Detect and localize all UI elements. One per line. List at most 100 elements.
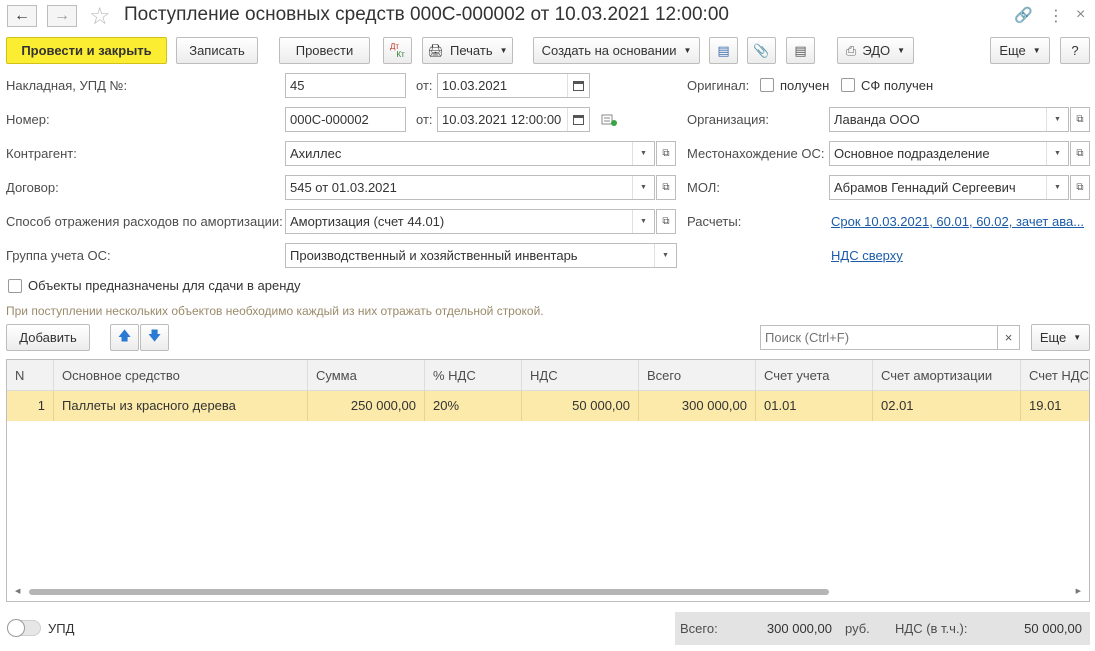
table-more-button[interactable]: Еще ▼ [1031,324,1090,351]
link-icon[interactable]: 🔗 [1014,6,1033,24]
contract-field[interactable]: 545 от 01.03.2021 ▼ [285,175,655,200]
open-counterparty-icon[interactable]: ⧉ [656,141,676,166]
original-received-checkbox[interactable] [760,78,774,92]
column-header-n[interactable]: N [7,360,54,391]
location-field[interactable]: Основное подразделение ▼ [829,141,1069,166]
depreciation-method-label: Способ отражения расходов по амортизации… [6,214,283,229]
printer-icon: 🖨 [427,42,444,58]
print-button[interactable]: 🖨 Печать ▼ [422,37,513,64]
document-number-field[interactable]: 000С-000002 [285,107,406,132]
scroll-left-icon[interactable]: ◀ [15,587,20,595]
document-date-value: 10.03.2021 12:00:00 [442,112,562,127]
counterparty-field[interactable]: Ахиллес ▼ [285,141,655,166]
invoice-from-label: от: [416,78,433,93]
number-settings-icon[interactable] [601,113,617,130]
table-cell[interactable]: 50 000,00 [522,391,639,421]
table-cell[interactable]: 250 000,00 [308,391,425,421]
document-date-field[interactable]: 10.03.2021 12:00:00 [437,107,590,132]
depreciation-method-field[interactable]: Амортизация (счет 44.01) ▼ [285,209,655,234]
create-based-label: Создать на основании [541,43,677,58]
asset-group-field[interactable]: Производственный и хозяйственный инвента… [285,243,677,268]
arrow-up-icon: 🡅 [117,327,132,343]
calendar-icon[interactable] [567,74,589,97]
upd-toggle[interactable] [7,619,41,637]
column-header-total[interactable]: Всего [639,360,756,391]
more-button[interactable]: Еще ▼ [990,37,1050,64]
table-cell[interactable]: 01.01 [756,391,873,421]
open-contract-icon[interactable]: ⧉ [656,175,676,200]
post-and-close-button[interactable]: Провести и закрыть [6,37,167,64]
chevron-down-icon[interactable]: ▼ [632,210,654,233]
kebab-menu-icon[interactable]: ⋮ [1048,6,1064,26]
add-button[interactable]: Добавить [6,324,90,351]
print-label: Печать [450,43,493,58]
back-button[interactable]: ← [7,5,37,27]
chevron-down-icon[interactable]: ▼ [654,244,676,267]
structure-button[interactable]: ▤ [709,37,738,64]
contract-value: 545 от 01.03.2021 [290,180,397,195]
sf-received-checkbox[interactable] [841,78,855,92]
clear-search-button[interactable]: × [997,325,1020,350]
mol-field[interactable]: Абрамов Геннадий Сергеевич ▼ [829,175,1069,200]
open-mol-icon[interactable]: ⧉ [1070,175,1090,200]
horizontal-scrollbar[interactable]: ◀ ▶ [15,587,1081,595]
column-header-vat-rate[interactable]: % НДС [425,360,522,391]
search-input[interactable] [760,325,998,350]
create-based-on-button[interactable]: Создать на основании ▼ [533,37,700,64]
forward-button[interactable]: → [47,5,77,27]
chevron-down-icon[interactable]: ▼ [1046,176,1068,199]
number-label: Номер: [6,112,50,127]
open-depreciation-method-icon[interactable]: ⧉ [656,209,676,234]
chevron-down-icon[interactable]: ▼ [1046,142,1068,165]
calendar-icon[interactable] [567,108,589,131]
table-cell[interactable]: 300 000,00 [639,391,756,421]
hierarchy-icon: ▤ [717,42,730,58]
chevron-down-icon[interactable]: ▼ [632,176,654,199]
move-down-button[interactable]: 🡇 [140,324,169,351]
attach-button[interactable]: 📎 [747,37,776,64]
table-cell[interactable]: Паллеты из красного дерева [54,391,308,421]
invoice-number-field[interactable]: 45 [285,73,406,98]
settlements-link[interactable]: Срок 10.03.2021, 60.01, 60.02, зачет ава… [831,214,1084,229]
column-header-sum[interactable]: Сумма [308,360,425,391]
rent-checkbox[interactable] [8,279,22,293]
asset-group-label: Группа учета ОС: [6,248,111,263]
column-header-vat[interactable]: НДС [522,360,639,391]
table-cell[interactable]: 19.01 [1021,391,1089,421]
settlements-label: Расчеты: [687,214,742,229]
column-header-vat-account[interactable]: Счет НДС [1021,360,1089,391]
chevron-down-icon: ▼ [1032,46,1041,55]
edo-icon: ⎙ [845,42,857,58]
rent-checkbox-label: Объекты предназначены для сдачи в аренду [28,278,301,293]
open-location-icon[interactable]: ⧉ [1070,141,1090,166]
chevron-down-icon: ▼ [1073,333,1082,342]
chevron-down-icon[interactable]: ▼ [1046,108,1068,131]
scroll-right-icon[interactable]: ▶ [1076,587,1081,595]
open-organization-icon[interactable]: ⧉ [1070,107,1090,132]
vat-on-top-link[interactable]: НДС сверху [831,248,903,263]
close-icon[interactable]: × [1076,6,1085,24]
save-button[interactable]: Записать [176,37,258,64]
scrollbar-thumb[interactable] [29,589,829,595]
chevron-down-icon: ▼ [683,46,692,55]
total-value: 300 000,00 [766,621,832,636]
star-icon[interactable]: ☆ [89,2,111,31]
chevron-down-icon[interactable]: ▼ [632,142,654,165]
column-header-depreciation-account[interactable]: Счет амортизации [873,360,1021,391]
document-icon: ▤ [794,42,807,58]
help-button[interactable]: ? [1060,37,1090,64]
column-header-account[interactable]: Счет учета [756,360,873,391]
organization-field[interactable]: Лаванда ООО ▼ [829,107,1069,132]
report-button[interactable]: ▤ [786,37,815,64]
move-up-button[interactable]: 🡅 [110,324,139,351]
original-received-label: получен [780,78,830,93]
column-header-asset[interactable]: Основное средство [54,360,308,391]
edo-button[interactable]: ⎙ ЭДО ▼ [837,37,914,64]
invoice-date-field[interactable]: 10.03.2021 [437,73,590,98]
table-cell[interactable]: 20% [425,391,522,421]
table-cell[interactable]: 02.01 [873,391,1021,421]
location-value: Основное подразделение [834,146,990,161]
dt-kt-button[interactable]: Дт Кт [383,37,412,64]
table-cell[interactable]: 1 [7,391,54,421]
post-button[interactable]: Провести [279,37,370,64]
